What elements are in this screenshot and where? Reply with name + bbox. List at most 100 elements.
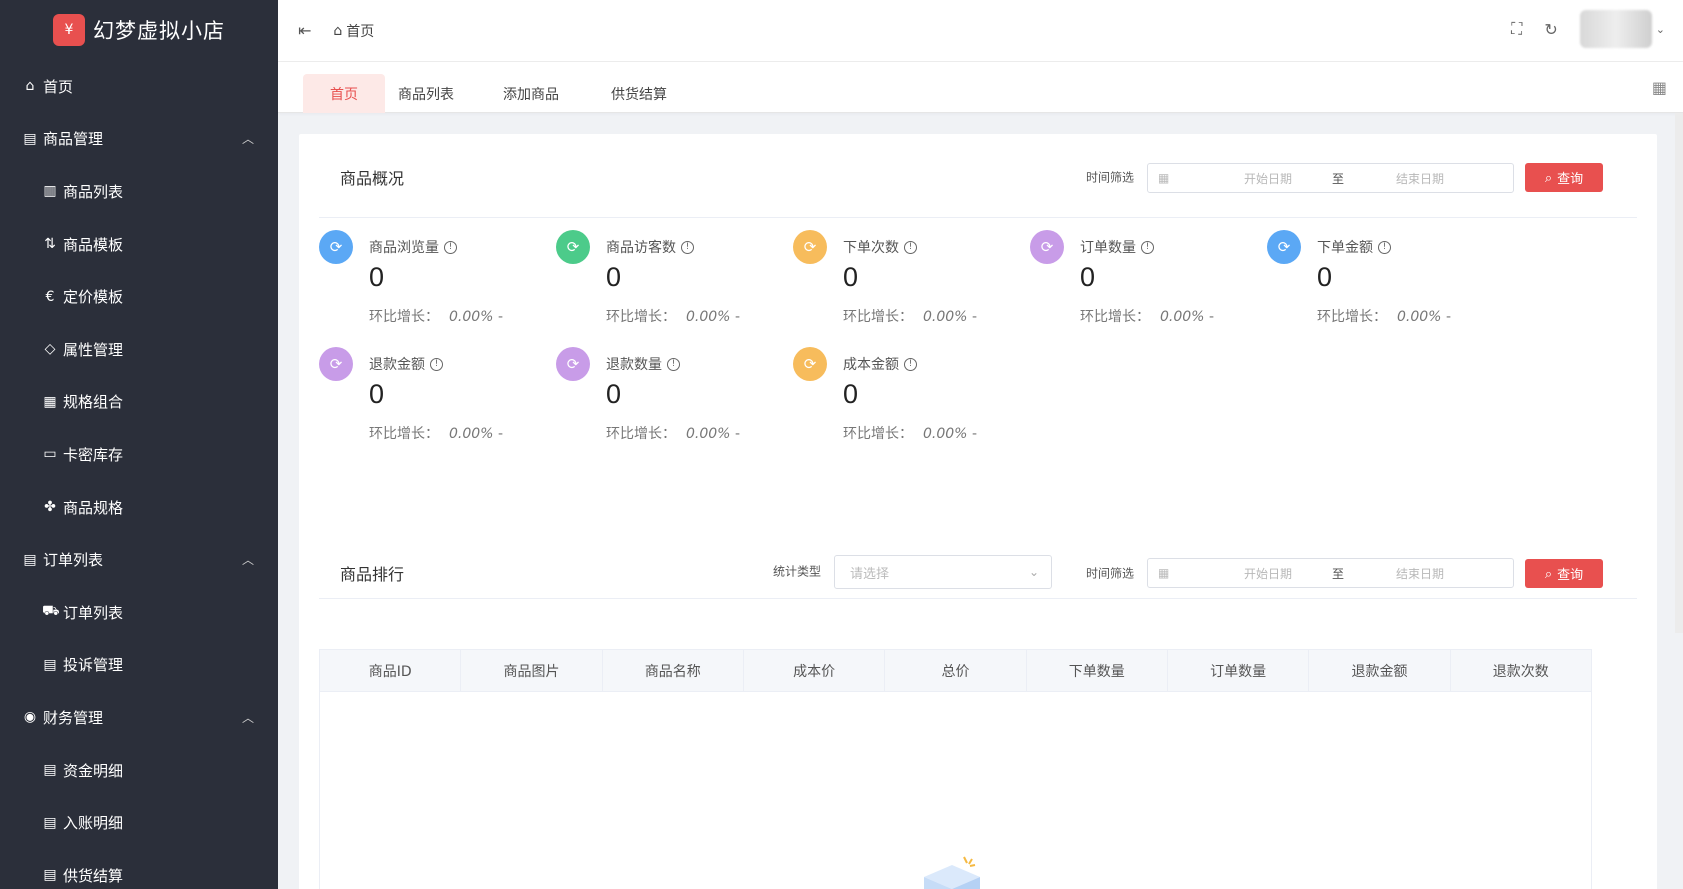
info-icon[interactable]: ! bbox=[681, 240, 694, 254]
sidebar-item-2[interactable]: ▥ 商品列表 bbox=[0, 165, 278, 218]
chevron-down-icon[interactable]: ⌄ bbox=[1656, 23, 1665, 36]
header-actions: ⛶ ↻ ⌄ bbox=[1511, 10, 1665, 48]
select-placeholder: 请选择 bbox=[850, 566, 890, 582]
growth-trend: - bbox=[1208, 309, 1214, 325]
top-header: ⇤ ⌂ 首页 ⛶ ↻ ⌄ bbox=[278, 0, 1683, 62]
growth-label: 环比增长： bbox=[1080, 309, 1150, 325]
tab-add-product[interactable]: 添加商品 bbox=[486, 74, 576, 113]
sidebar-item-label: 商品规格 bbox=[63, 498, 124, 517]
sidebar-item-9[interactable]: ▤ 订单列表 ︿ bbox=[0, 533, 278, 586]
search-icon: ⌕ bbox=[1544, 169, 1553, 185]
refresh-icon[interactable]: ↻ bbox=[1544, 20, 1557, 39]
growth-label: 环比增长： bbox=[606, 309, 676, 325]
growth-value: 0.00% bbox=[686, 309, 731, 325]
info-icon[interactable]: ! bbox=[1378, 240, 1391, 254]
stat-value: 0 bbox=[843, 379, 859, 409]
growth-trend: - bbox=[971, 426, 977, 442]
tab-bar: 首页 商品列表 添加商品 供货结算 ▦ bbox=[278, 62, 1683, 113]
info-icon[interactable]: ! bbox=[904, 357, 917, 371]
stat-value: 0 bbox=[369, 379, 385, 409]
sidebar-item-8[interactable]: ✤ 商品规格 bbox=[0, 481, 278, 534]
order-icon: ▤ bbox=[23, 551, 37, 568]
cart-icon: ⛟ bbox=[42, 603, 60, 620]
stat-name: 下单次数! bbox=[843, 237, 917, 257]
sidebar-item-label: 商品管理 bbox=[43, 130, 104, 149]
stat-name: 订单数量! bbox=[1080, 237, 1154, 257]
chevron-up-icon[interactable]: ︿ bbox=[242, 130, 254, 147]
start-date-input[interactable]: 开始日期 bbox=[1228, 170, 1308, 187]
stat-label: 退款数量 bbox=[606, 357, 662, 373]
stat-card: ⟳ 成本金额! 0 环比增长： 0.00% - bbox=[793, 347, 1033, 457]
growth-trend: - bbox=[734, 309, 740, 325]
stat-card: ⟳ 下单金额! 0 环比增长： 0.00% - bbox=[1267, 230, 1507, 340]
breadcrumb: ⌂ 首页 bbox=[333, 21, 374, 41]
time-filter-label: 时间筛选 bbox=[1086, 170, 1135, 185]
table-header: 商品ID 商品图片 商品名称 成本价 总价 下单数量 订单数量 退款金额 退款次数 bbox=[320, 650, 1591, 692]
range-separator: 至 bbox=[1332, 566, 1345, 581]
sidebar-item-label: 商品模板 bbox=[63, 235, 124, 254]
dashboard-card: 商品概况 时间筛选 ▦ 开始日期 至 结束日期 ⌕ 查询 ⟳ 商品浏览量! 0 环比增… bbox=[299, 134, 1657, 889]
growth-value: 0.00% bbox=[449, 426, 494, 442]
sidebar-item-3[interactable]: ⇅ 商品模板 bbox=[0, 218, 278, 271]
tab-home[interactable]: 首页 bbox=[303, 74, 385, 113]
chevron-up-icon[interactable]: ︿ bbox=[242, 709, 254, 726]
growth-label: 环比增长： bbox=[1317, 309, 1387, 325]
query-label: 查询 bbox=[1557, 171, 1584, 186]
sidebar-item-0[interactable]: ⌂ 首页 bbox=[0, 60, 278, 113]
stat-value: 0 bbox=[606, 379, 622, 409]
range-separator: 至 bbox=[1332, 171, 1345, 186]
end-date-input[interactable]: 结束日期 bbox=[1380, 565, 1460, 582]
sidebar-item-7[interactable]: ▭ 卡密库存 bbox=[0, 428, 278, 481]
app-logo[interactable]: ¥ 幻梦虚拟小店 bbox=[0, 0, 278, 60]
stat-name: 成本金额! bbox=[843, 354, 917, 374]
info-icon[interactable]: ! bbox=[667, 357, 680, 371]
overview-date-range[interactable]: ▦ 开始日期 至 结束日期 bbox=[1147, 163, 1514, 193]
sidebar-item-6[interactable]: ▦ 规格组合 bbox=[0, 376, 278, 429]
refresh-stat-icon: ⟳ bbox=[793, 347, 827, 381]
info-icon[interactable]: ! bbox=[904, 240, 917, 254]
growth-trend: - bbox=[1445, 309, 1451, 325]
sidebar-item-label: 属性管理 bbox=[63, 340, 124, 359]
overview-query-button[interactable]: ⌕ 查询 bbox=[1525, 163, 1603, 192]
stat-label: 商品浏览量 bbox=[369, 240, 439, 256]
fullscreen-icon[interactable]: ⛶ bbox=[1511, 19, 1522, 39]
sidebar-item-1[interactable]: ▤ 商品管理 ︿ bbox=[0, 113, 278, 166]
chevron-up-icon[interactable]: ︿ bbox=[242, 551, 254, 568]
breadcrumb-item[interactable]: 首页 bbox=[346, 21, 374, 41]
sidebar-item-5[interactable]: ◇ 属性管理 bbox=[0, 323, 278, 376]
info-icon[interactable]: ! bbox=[430, 357, 443, 371]
stat-label: 下单金额 bbox=[1317, 240, 1373, 256]
ranking-query-button[interactable]: ⌕ 查询 bbox=[1525, 559, 1603, 588]
refresh-stat-icon: ⟳ bbox=[556, 347, 590, 381]
sidebar: ¥ 幻梦虚拟小店 ⌂ 首页 ▤ 商品管理 ︿ ▥ 商品列表 ⇅ 商品模板 € 定价模板 ◇ 属性管理 ▦ 规… bbox=[0, 0, 278, 889]
scrollbar[interactable] bbox=[1675, 113, 1683, 633]
ranking-date-range[interactable]: ▦ 开始日期 至 结束日期 bbox=[1147, 558, 1514, 588]
app-title: 幻梦虚拟小店 bbox=[93, 19, 225, 43]
stat-label: 下单次数 bbox=[843, 240, 899, 256]
end-date-input[interactable]: 结束日期 bbox=[1380, 170, 1460, 187]
sidebar-item-4[interactable]: € 定价模板 bbox=[0, 270, 278, 323]
document-icon: ▤ bbox=[43, 656, 57, 673]
collapse-sidebar-icon[interactable]: ⇤ bbox=[298, 21, 311, 40]
stat-value: 0 bbox=[369, 262, 385, 292]
growth-trend: - bbox=[734, 426, 740, 442]
stat-value: 0 bbox=[606, 262, 622, 292]
sidebar-item-13[interactable]: ▤ 资金明细 bbox=[0, 744, 278, 797]
info-icon[interactable]: ! bbox=[444, 240, 457, 254]
sidebar-item-10[interactable]: ⛟ 订单列表 bbox=[0, 586, 278, 639]
refresh-stat-icon: ⟳ bbox=[1267, 230, 1301, 264]
grid-menu-icon[interactable]: ▦ bbox=[1652, 78, 1667, 97]
sidebar-item-12[interactable]: ◉ 财务管理 ︿ bbox=[0, 691, 278, 744]
search-icon: ⌕ bbox=[1544, 565, 1553, 581]
stat-value: 0 bbox=[1080, 262, 1096, 292]
tab-supply-settlement[interactable]: 供货结算 bbox=[594, 74, 684, 113]
avatar[interactable] bbox=[1579, 10, 1652, 48]
sidebar-item-14[interactable]: ▤ 入账明细 bbox=[0, 796, 278, 849]
sidebar-item-11[interactable]: ▤ 投诉管理 bbox=[0, 639, 278, 692]
stat-growth: 环比增长： 0.00% - bbox=[606, 423, 740, 443]
stat-type-select[interactable]: 请选择 ⌄ bbox=[834, 555, 1052, 589]
tab-product-list[interactable]: 商品列表 bbox=[385, 74, 467, 113]
info-icon[interactable]: ! bbox=[1141, 240, 1154, 254]
sidebar-item-15[interactable]: ▤ 供货结算 bbox=[0, 849, 278, 889]
start-date-input[interactable]: 开始日期 bbox=[1228, 565, 1308, 582]
